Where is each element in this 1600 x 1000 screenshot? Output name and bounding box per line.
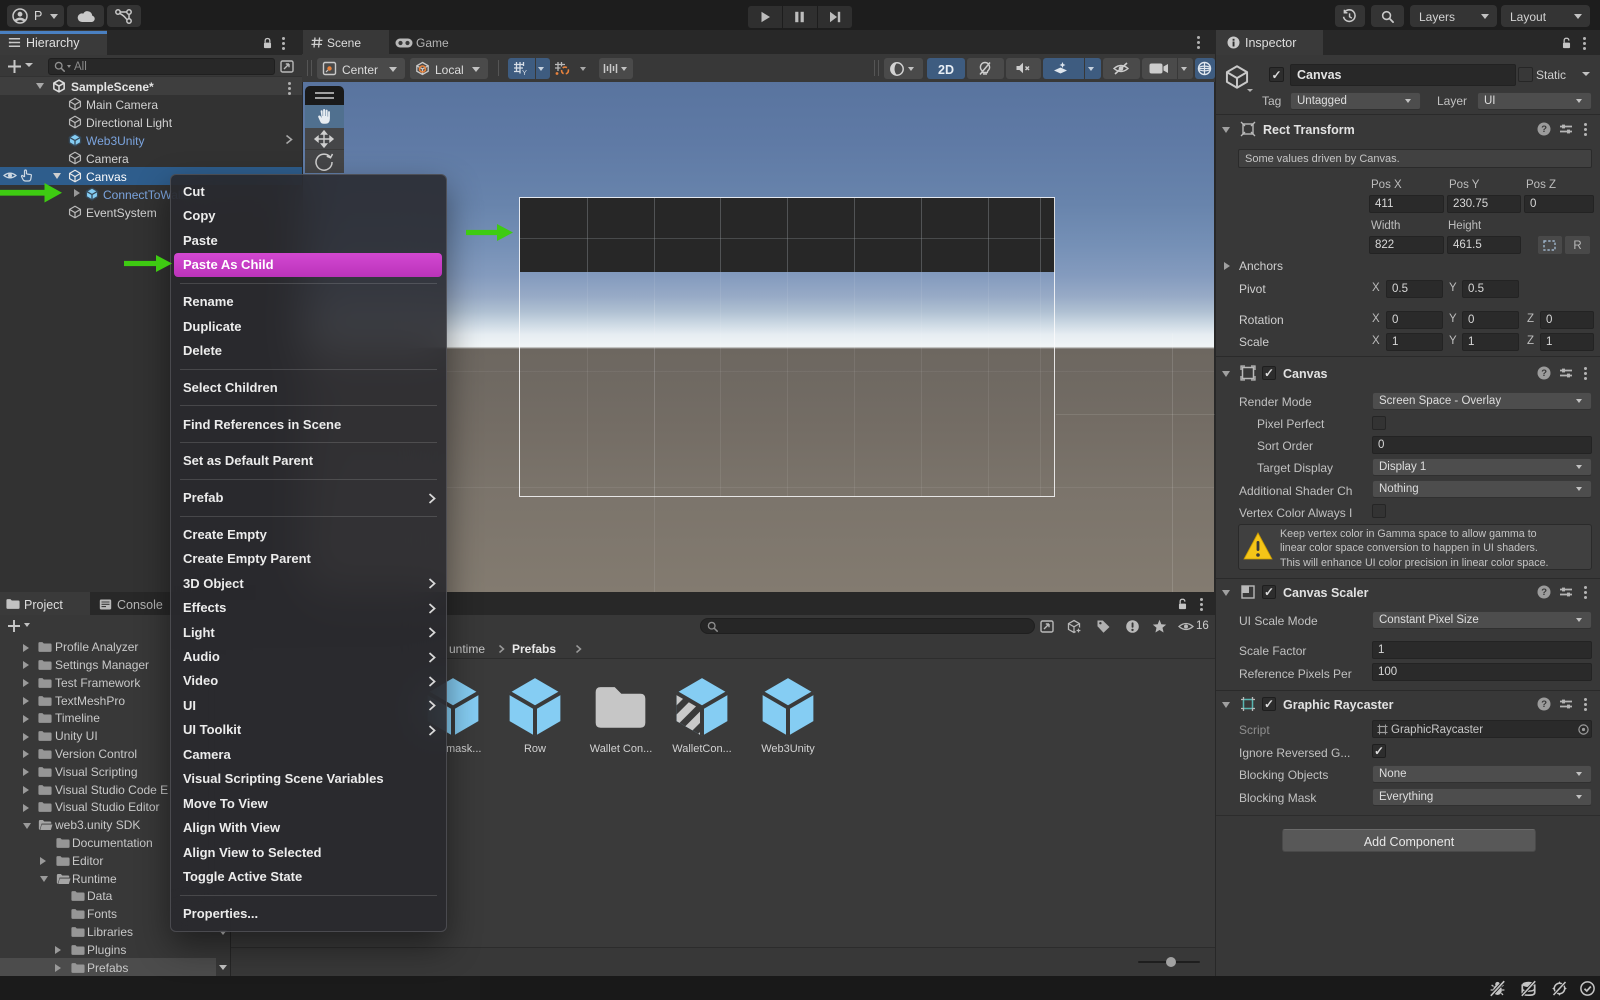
svg-text:?: ? [1541,124,1547,135]
svg-text:Y: Y [522,68,527,76]
svg-text:?: ? [1541,368,1547,379]
svg-text:?: ? [1541,699,1547,710]
svg-text:?: ? [1541,587,1547,598]
